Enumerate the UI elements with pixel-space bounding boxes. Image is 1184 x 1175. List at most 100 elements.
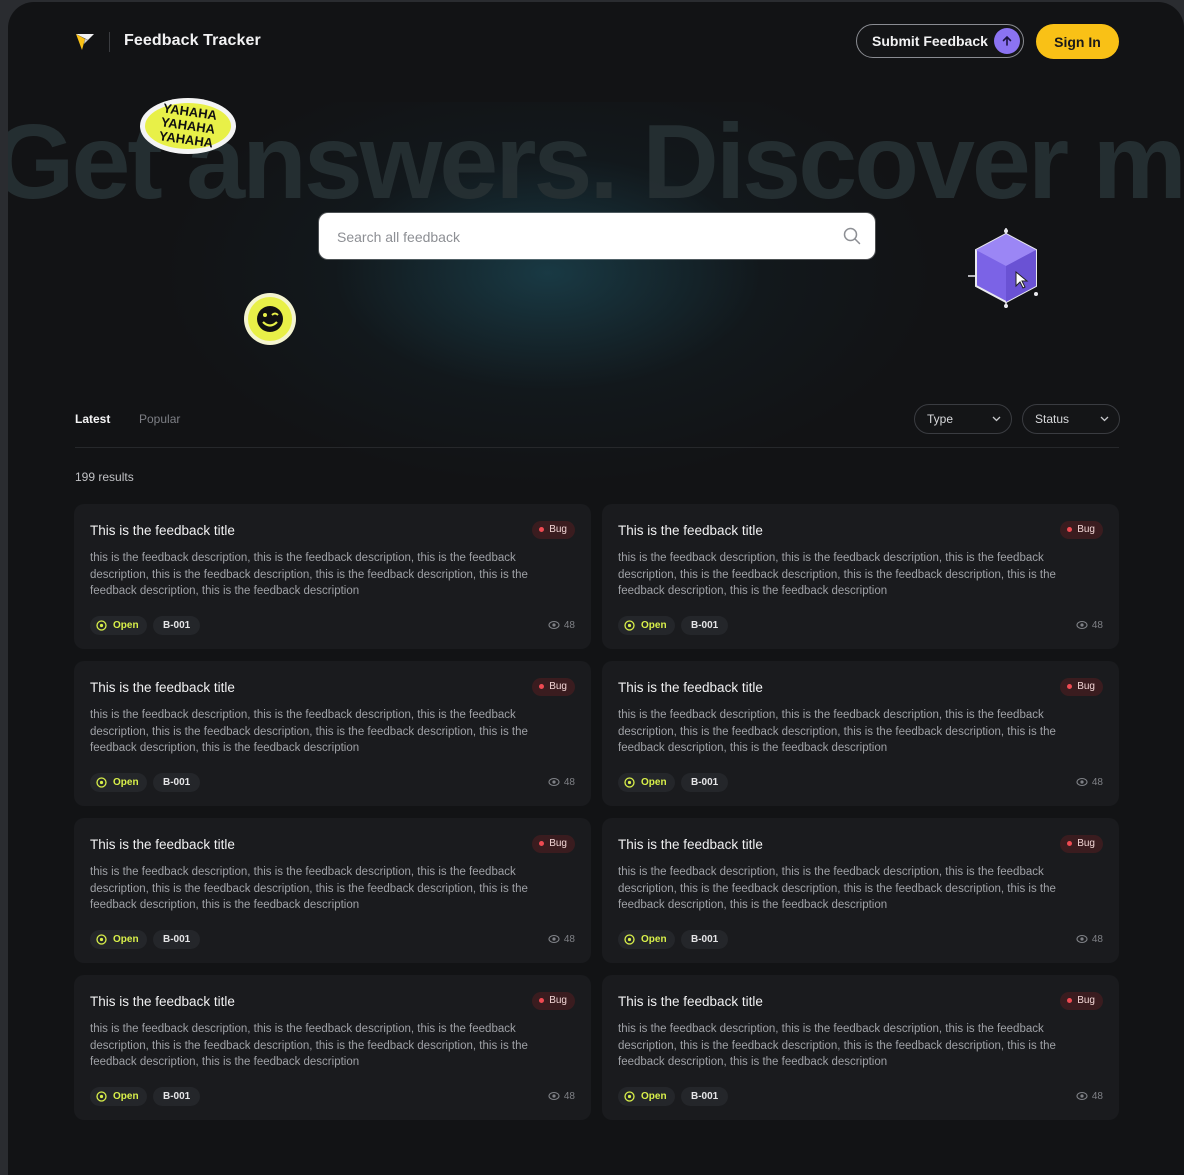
- view-count-value: 48: [1091, 933, 1103, 945]
- status-badge: Open: [618, 930, 675, 949]
- view-count-value: 48: [1091, 776, 1103, 788]
- bug-type-badge: Bug: [1060, 521, 1103, 539]
- submit-feedback-button[interactable]: Submit Feedback: [856, 24, 1024, 58]
- eye-icon: [548, 620, 560, 630]
- tab-popular[interactable]: Popular: [139, 412, 180, 426]
- card-description: this is the feedback description, this i…: [90, 866, 528, 911]
- view-count-value: 48: [1091, 1090, 1103, 1102]
- status-badge: Open: [618, 773, 675, 792]
- feedback-id-badge: B-001: [681, 1087, 729, 1106]
- results-count: 199 results: [75, 470, 134, 484]
- bug-type-badge: Bug: [532, 678, 575, 696]
- status-open-icon: [624, 620, 635, 631]
- status-badge: Open: [618, 616, 675, 635]
- card-title: This is the feedback title: [90, 837, 235, 852]
- status-badge: Open: [90, 1087, 147, 1106]
- view-count: 48: [548, 1090, 575, 1102]
- status-open-icon: [96, 934, 107, 945]
- feedback-card[interactable]: This is the feedback title Bug this is t…: [74, 818, 591, 963]
- feedback-card[interactable]: This is the feedback title Bug this is t…: [74, 975, 591, 1120]
- logo-divider: [109, 32, 110, 52]
- search-input[interactable]: [335, 213, 829, 261]
- status-label: Open: [641, 777, 667, 788]
- card-description: this is the feedback description, this i…: [90, 709, 528, 754]
- feedback-card[interactable]: This is the feedback title Bug this is t…: [74, 504, 591, 649]
- sign-in-button[interactable]: Sign In: [1036, 24, 1119, 59]
- card-description: this is the feedback description, this i…: [90, 552, 528, 597]
- eye-icon: [1076, 1091, 1088, 1101]
- view-count-value: 48: [563, 619, 575, 631]
- chevron-down-icon: [992, 416, 1001, 422]
- status-open-icon: [96, 1091, 107, 1102]
- status-badge: Open: [90, 930, 147, 949]
- feedback-card[interactable]: This is the feedback title Bug this is t…: [602, 818, 1119, 963]
- card-description: this is the feedback description, this i…: [618, 866, 1056, 911]
- search-icon[interactable]: [843, 227, 861, 245]
- view-count: 48: [548, 619, 575, 631]
- status-open-icon: [96, 777, 107, 788]
- bug-type-badge: Bug: [532, 835, 575, 853]
- status-label: Open: [113, 1091, 139, 1102]
- feedback-card[interactable]: This is the feedback title Bug this is t…: [74, 661, 591, 806]
- feedback-id-badge: B-001: [681, 930, 729, 949]
- card-description: this is the feedback description, this i…: [618, 552, 1056, 597]
- eye-icon: [1076, 934, 1088, 944]
- view-count: 48: [1076, 1090, 1103, 1102]
- view-count: 48: [548, 933, 575, 945]
- card-description: this is the feedback description, this i…: [618, 709, 1056, 754]
- cube-cursor-sticker-icon: [968, 228, 1038, 308]
- card-title: This is the feedback title: [618, 680, 763, 695]
- view-count-value: 48: [563, 933, 575, 945]
- view-count: 48: [1076, 933, 1103, 945]
- status-badge: Open: [618, 1087, 675, 1106]
- status-filter-label: Status: [1035, 412, 1070, 426]
- smile-sticker-icon: [244, 293, 296, 345]
- status-badge: Open: [90, 773, 147, 792]
- status-open-icon: [624, 777, 635, 788]
- type-filter-label: Type: [927, 412, 954, 426]
- card-title: This is the feedback title: [90, 680, 235, 695]
- eye-icon: [548, 1091, 560, 1101]
- feedback-card[interactable]: This is the feedback title Bug this is t…: [602, 661, 1119, 806]
- view-count: 48: [1076, 776, 1103, 788]
- eye-icon: [1076, 620, 1088, 630]
- feedback-card[interactable]: This is the feedback title Bug this is t…: [602, 975, 1119, 1120]
- card-title: This is the feedback title: [90, 523, 235, 538]
- tabs-divider: [75, 447, 1119, 448]
- card-title: This is the feedback title: [618, 994, 763, 1009]
- view-count-value: 48: [563, 776, 575, 788]
- feedback-id-badge: B-001: [153, 1087, 201, 1106]
- status-open-icon: [624, 1091, 635, 1102]
- arrow-up-icon: [994, 28, 1020, 54]
- status-open-icon: [96, 620, 107, 631]
- yahaha-sticker-icon: YAHAHA YAHAHA YAHAHA: [140, 98, 236, 154]
- status-label: Open: [641, 620, 667, 631]
- status-open-icon: [624, 934, 635, 945]
- card-description: this is the feedback description, this i…: [618, 1023, 1056, 1068]
- view-count: 48: [548, 776, 575, 788]
- logo-icon[interactable]: [74, 30, 96, 52]
- bug-type-badge: Bug: [1060, 992, 1103, 1010]
- card-title: This is the feedback title: [618, 523, 763, 538]
- bug-type-badge: Bug: [1060, 835, 1103, 853]
- view-count-value: 48: [1091, 619, 1103, 631]
- status-filter-dropdown[interactable]: Status: [1022, 404, 1120, 434]
- feedback-card[interactable]: This is the feedback title Bug this is t…: [602, 504, 1119, 649]
- view-count: 48: [1076, 619, 1103, 631]
- bug-type-badge: Bug: [532, 521, 575, 539]
- status-label: Open: [641, 1091, 667, 1102]
- feedback-id-badge: B-001: [153, 773, 201, 792]
- search-bar[interactable]: [319, 213, 875, 261]
- eye-icon: [548, 934, 560, 944]
- status-label: Open: [113, 620, 139, 631]
- status-label: Open: [113, 777, 139, 788]
- feedback-id-badge: B-001: [681, 773, 729, 792]
- eye-icon: [1076, 777, 1088, 787]
- submit-feedback-label: Submit Feedback: [872, 33, 988, 49]
- view-count-value: 48: [563, 1090, 575, 1102]
- tab-latest[interactable]: Latest: [75, 412, 110, 426]
- type-filter-dropdown[interactable]: Type: [914, 404, 1012, 434]
- card-title: This is the feedback title: [90, 994, 235, 1009]
- eye-icon: [548, 777, 560, 787]
- status-badge: Open: [90, 616, 147, 635]
